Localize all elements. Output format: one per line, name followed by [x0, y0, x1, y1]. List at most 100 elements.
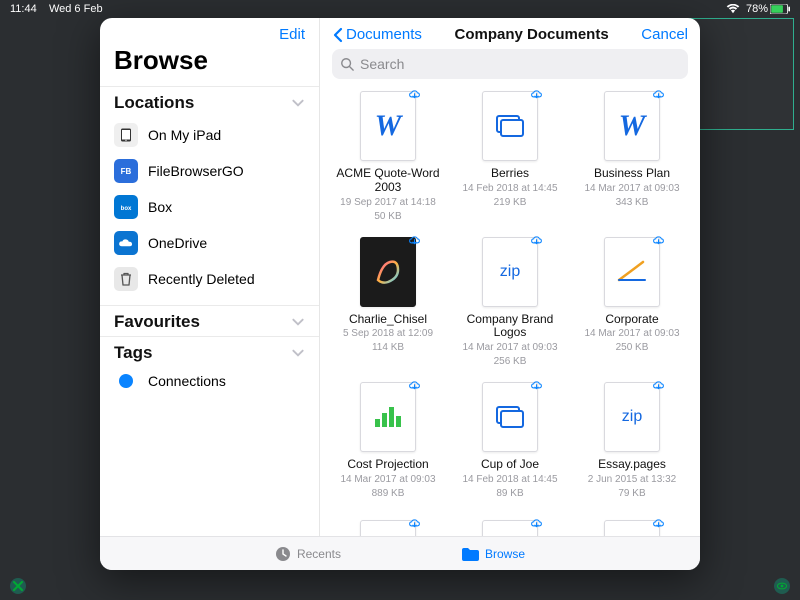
file-item[interactable]: zipEssay.pages2 Jun 2015 at 13:3279 KB — [574, 382, 690, 500]
tab-recents[interactable]: Recents — [275, 546, 341, 562]
file-name: Corporate — [605, 313, 658, 327]
cloud-download-icon — [408, 88, 421, 101]
cloud-download-icon — [408, 379, 421, 392]
file-name: Business Plan — [594, 167, 670, 181]
file-thumbnail: zip — [604, 382, 660, 452]
section-favourites-label: Favourites — [114, 312, 200, 332]
search-field[interactable] — [332, 49, 688, 79]
file-item[interactable]: WACME Quote-Word 200319 Sep 2017 at 14:1… — [330, 91, 446, 223]
cloud-download-icon — [652, 517, 665, 530]
file-grid: WACME Quote-Word 200319 Sep 2017 at 14:1… — [330, 91, 690, 570]
battery-indicator: 78% — [746, 3, 790, 15]
status-date: Wed 6 Feb — [49, 3, 103, 15]
file-name: ACME Quote-Word 2003 — [333, 167, 443, 195]
file-item[interactable]: WBusiness Plan14 Mar 2017 at 09:03343 KB — [574, 91, 690, 223]
file-size: 889 KB — [372, 488, 405, 500]
sidebar-item-recently-deleted[interactable]: Recently Deleted — [100, 261, 319, 297]
cloud-download-icon — [652, 234, 665, 247]
file-size: 219 KB — [494, 197, 527, 209]
bottom-toolbar: Recents Browse — [100, 536, 700, 570]
file-date: 5 Sep 2018 at 12:09 — [343, 328, 433, 340]
cloud-download-icon — [408, 517, 421, 530]
file-name: Essay.pages — [598, 458, 666, 472]
file-thumbnail: zip — [482, 237, 538, 307]
file-date: 14 Mar 2017 at 09:03 — [584, 328, 679, 340]
file-thumbnail — [360, 237, 416, 307]
status-time: 11:44 — [10, 3, 37, 15]
file-date: 2 Jun 2015 at 13:32 — [588, 474, 676, 486]
cancel-button[interactable]: Cancel — [641, 26, 688, 43]
tag-color-dot — [119, 374, 133, 388]
tab-browse-label: Browse — [485, 547, 525, 561]
cloud-download-icon — [652, 88, 665, 101]
section-tags[interactable]: Tags — [100, 336, 319, 367]
file-date: 14 Mar 2017 at 09:03 — [340, 474, 435, 486]
sidebar-item-box[interactable]: box Box — [100, 189, 319, 225]
cloud-download-icon — [530, 234, 543, 247]
file-item[interactable]: Corporate14 Mar 2017 at 09:03 250 KB — [574, 237, 690, 369]
sidebar: Edit Browse Locations On My iPad FB File… — [100, 18, 320, 570]
file-thumbnail: W — [604, 91, 660, 161]
filebrowser-icon: FB — [114, 159, 138, 183]
background-controls — [0, 578, 800, 594]
file-size: 50 KB — [374, 211, 401, 223]
file-item[interactable]: Berries14 Feb 2018 at 14:45219 KB — [452, 91, 568, 223]
file-name: Cost Projection — [347, 458, 428, 472]
chevron-down-icon — [291, 96, 305, 110]
file-name: Charlie_Chisel — [349, 313, 427, 327]
cloud-download-icon — [408, 234, 421, 247]
back-button[interactable]: Documents — [332, 26, 422, 43]
trash-icon — [114, 267, 138, 291]
files-app: Edit Browse Locations On My iPad FB File… — [100, 18, 700, 570]
tab-recents-label: Recents — [297, 547, 341, 561]
file-thumbnail — [604, 237, 660, 307]
tab-browse[interactable]: Browse — [461, 547, 525, 561]
close-overlay-icon[interactable] — [10, 578, 26, 594]
edit-button[interactable]: Edit — [279, 26, 305, 43]
file-item[interactable]: zip Company Brand Logos14 Mar 2017 at 09:… — [452, 237, 568, 369]
sidebar-item-on-my-ipad[interactable]: On My iPad — [100, 117, 319, 153]
sidebar-item-filebrowsergo[interactable]: FB FileBrowserGO — [100, 153, 319, 189]
page-title: Company Documents — [454, 26, 608, 43]
file-size: 89 KB — [496, 488, 523, 500]
clock-icon — [275, 546, 291, 562]
file-name: Cup of Joe — [481, 458, 539, 472]
folder-icon — [461, 547, 479, 561]
sidebar-item-label: OneDrive — [148, 235, 207, 251]
file-date: 14 Feb 2018 at 14:45 — [462, 474, 557, 486]
file-item[interactable]: Charlie_Chisel5 Sep 2018 at 12:09114 KB — [330, 237, 446, 369]
file-name: Company Brand Logos — [455, 313, 565, 341]
main-panel: Documents Company Documents Cancel W ACME… — [320, 18, 700, 570]
file-size: 256 KB — [494, 356, 527, 368]
tags-list: Connections — [100, 367, 319, 403]
sidebar-title: Browse — [100, 45, 319, 86]
file-size: 343 KB — [616, 197, 649, 209]
ipad-icon — [114, 123, 138, 147]
locations-list: On My iPad FB FileBrowserGO box Box OneD… — [100, 117, 319, 305]
box-icon: box — [114, 195, 138, 219]
file-date: 14 Feb 2018 at 14:45 — [462, 183, 557, 195]
file-item[interactable]: Cost Projection 14 Mar 2017 at 09:03 889 K… — [330, 382, 446, 500]
sidebar-item-onedrive[interactable]: OneDrive — [100, 225, 319, 261]
file-date: 14 Mar 2017 at 09:03 — [462, 342, 557, 354]
search-input[interactable] — [360, 56, 680, 72]
sidebar-item-label: FileBrowserGO — [148, 163, 244, 179]
section-favourites[interactable]: Favourites — [100, 305, 319, 336]
sidebar-item-label: Recently Deleted — [148, 271, 255, 287]
status-bar: 11:44 Wed 6 Feb 78% — [0, 0, 800, 18]
eye-overlay-icon[interactable] — [774, 578, 790, 594]
tag-connections[interactable]: Connections — [100, 367, 319, 395]
section-locations-label: Locations — [114, 93, 194, 113]
file-thumbnail: W — [360, 91, 416, 161]
sidebar-item-label: On My iPad — [148, 127, 221, 143]
main-header: Documents Company Documents Cancel — [320, 18, 700, 49]
section-locations[interactable]: Locations — [100, 86, 319, 117]
chevron-down-icon — [291, 346, 305, 360]
cloud-download-icon — [530, 517, 543, 530]
chevron-down-icon — [291, 315, 305, 329]
tag-label: Connections — [148, 373, 226, 389]
cloud-download-icon — [652, 379, 665, 392]
file-size: 250 KB — [616, 342, 649, 354]
file-item[interactable]: Cup of Joe 14 Feb 2018 at 14:45 89 KB — [452, 382, 568, 500]
section-tags-label: Tags — [114, 343, 152, 363]
